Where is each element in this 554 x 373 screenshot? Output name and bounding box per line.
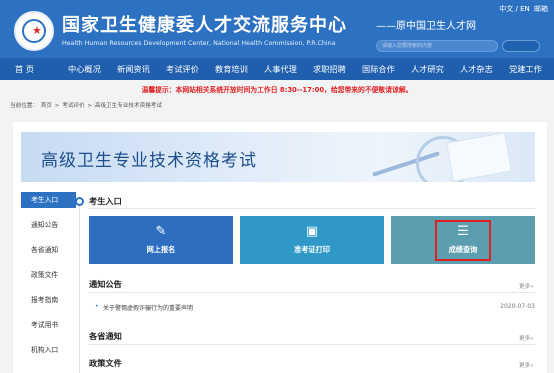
- nav-item-international[interactable]: 国际合作: [362, 58, 395, 80]
- breadcrumb-separator: >: [87, 103, 93, 109]
- tab-candidate-entry[interactable]: 考生入口: [21, 192, 76, 208]
- language-link[interactable]: 中文 / EN: [499, 5, 529, 13]
- list-item[interactable]: • 关于警惕虚假诈骗行为的重要声明 2020-07-03: [95, 303, 535, 315]
- notice-title[interactable]: 关于警惕虚假诈骗行为的重要声明: [103, 303, 193, 312]
- section-title-policies: 政策文件: [89, 358, 122, 368]
- page-banner: 高级卫生专业技术资格考试: [21, 132, 535, 182]
- breadcrumb-home[interactable]: 首页: [41, 103, 52, 109]
- card-label: 网上报名: [146, 245, 176, 254]
- breadcrumb-current: 高级卫生专业技术资格考试: [94, 103, 162, 109]
- tab-divider: [79, 197, 80, 373]
- logo-emblem-icon: ★: [22, 19, 46, 43]
- nav-item-about[interactable]: 中心概况: [68, 58, 101, 80]
- nav-item-jobs[interactable]: 求职招聘: [313, 58, 346, 80]
- section-divider: [89, 292, 535, 293]
- more-link-policies[interactable]: 更多»: [519, 361, 534, 369]
- id-card-icon: ▣: [305, 224, 319, 239]
- tab-policies[interactable]: 政策文件: [21, 267, 76, 283]
- site-logo[interactable]: ★: [14, 11, 54, 51]
- system-notice: 温馨提示：本网站相关系统开放时间为工作日 8:30--17:00，给您带来的不便…: [141, 86, 413, 94]
- highlight-box: [435, 220, 491, 261]
- nav-item-news[interactable]: 新闻资讯: [117, 58, 150, 80]
- nav-item-magazine[interactable]: 人才杂志: [460, 58, 493, 80]
- tab-institution-entry[interactable]: 机构入口: [21, 342, 76, 358]
- search-button[interactable]: [502, 40, 540, 52]
- more-link-province[interactable]: 更多»: [519, 334, 534, 342]
- site-title: 国家卫生健康委人才交流服务中心: [62, 15, 347, 36]
- more-link-notices[interactable]: 更多»: [519, 282, 534, 290]
- breadcrumb-prefix: 当前位置：: [10, 103, 38, 109]
- section-divider: [89, 344, 535, 345]
- site-title-en: Health Human Resources Development Cente…: [62, 40, 336, 47]
- nav-item-home[interactable]: 首 页: [15, 58, 34, 80]
- notice-date: 2020-07-03: [500, 303, 535, 310]
- search-input[interactable]: 请输入您要搜索的内容: [376, 40, 498, 52]
- nav-item-training[interactable]: 教育培训: [215, 58, 248, 80]
- tab-guide[interactable]: 报考指南: [21, 292, 76, 308]
- tab-active-dot-icon: [75, 197, 84, 206]
- section-title-province: 各省通知: [89, 331, 122, 341]
- bullet-icon: •: [95, 303, 99, 310]
- online-registration-button[interactable]: ✎ 网上报名: [89, 216, 233, 264]
- section-title-entry: 考生入口: [89, 196, 122, 206]
- breadcrumb-separator: >: [54, 103, 60, 109]
- logo-star-icon: ★: [32, 24, 42, 37]
- content-panel: 高级卫生专业技术资格考试 考生入口 通知公告 各省通知 政策文件 报考指南 考试…: [13, 122, 547, 373]
- site-subtitle: ——原中国卫生人才网: [376, 21, 476, 32]
- site-header: 中文 / EN 邮箱 ★ 国家卫生健康委人才交流服务中心 Health Huma…: [0, 0, 554, 58]
- language-switch[interactable]: 中文 / EN 邮箱: [497, 4, 548, 14]
- page-title: 高级卫生专业技术资格考试: [41, 151, 257, 171]
- pencil-icon: ✎: [155, 224, 167, 239]
- admission-ticket-button[interactable]: ▣ 准考证打印: [240, 216, 384, 264]
- nav-item-party[interactable]: 党建工作: [509, 58, 542, 80]
- nav-item-exam[interactable]: 考试评价: [166, 58, 199, 80]
- main-nav: 首 页 中心概况 新闻资讯 考试评价 教育培训 人事代理 求职招聘 国际合作 人…: [0, 58, 554, 80]
- tab-notices[interactable]: 通知公告: [21, 217, 76, 233]
- mail-link[interactable]: 邮箱: [534, 5, 548, 13]
- section-divider: [89, 208, 535, 209]
- tab-books[interactable]: 考试用书: [21, 317, 76, 333]
- tab-province-notices[interactable]: 各省通知: [21, 242, 76, 258]
- breadcrumb-exam[interactable]: 考试评价: [62, 103, 84, 109]
- section-title-notices: 通知公告: [89, 279, 122, 289]
- card-label: 准考证打印: [294, 245, 330, 254]
- nav-item-research[interactable]: 人才研究: [411, 58, 444, 80]
- breadcrumb: 当前位置： 首页 > 考试评价 > 高级卫生专业技术资格考试: [10, 101, 163, 109]
- nav-item-personnel[interactable]: 人事代理: [264, 58, 297, 80]
